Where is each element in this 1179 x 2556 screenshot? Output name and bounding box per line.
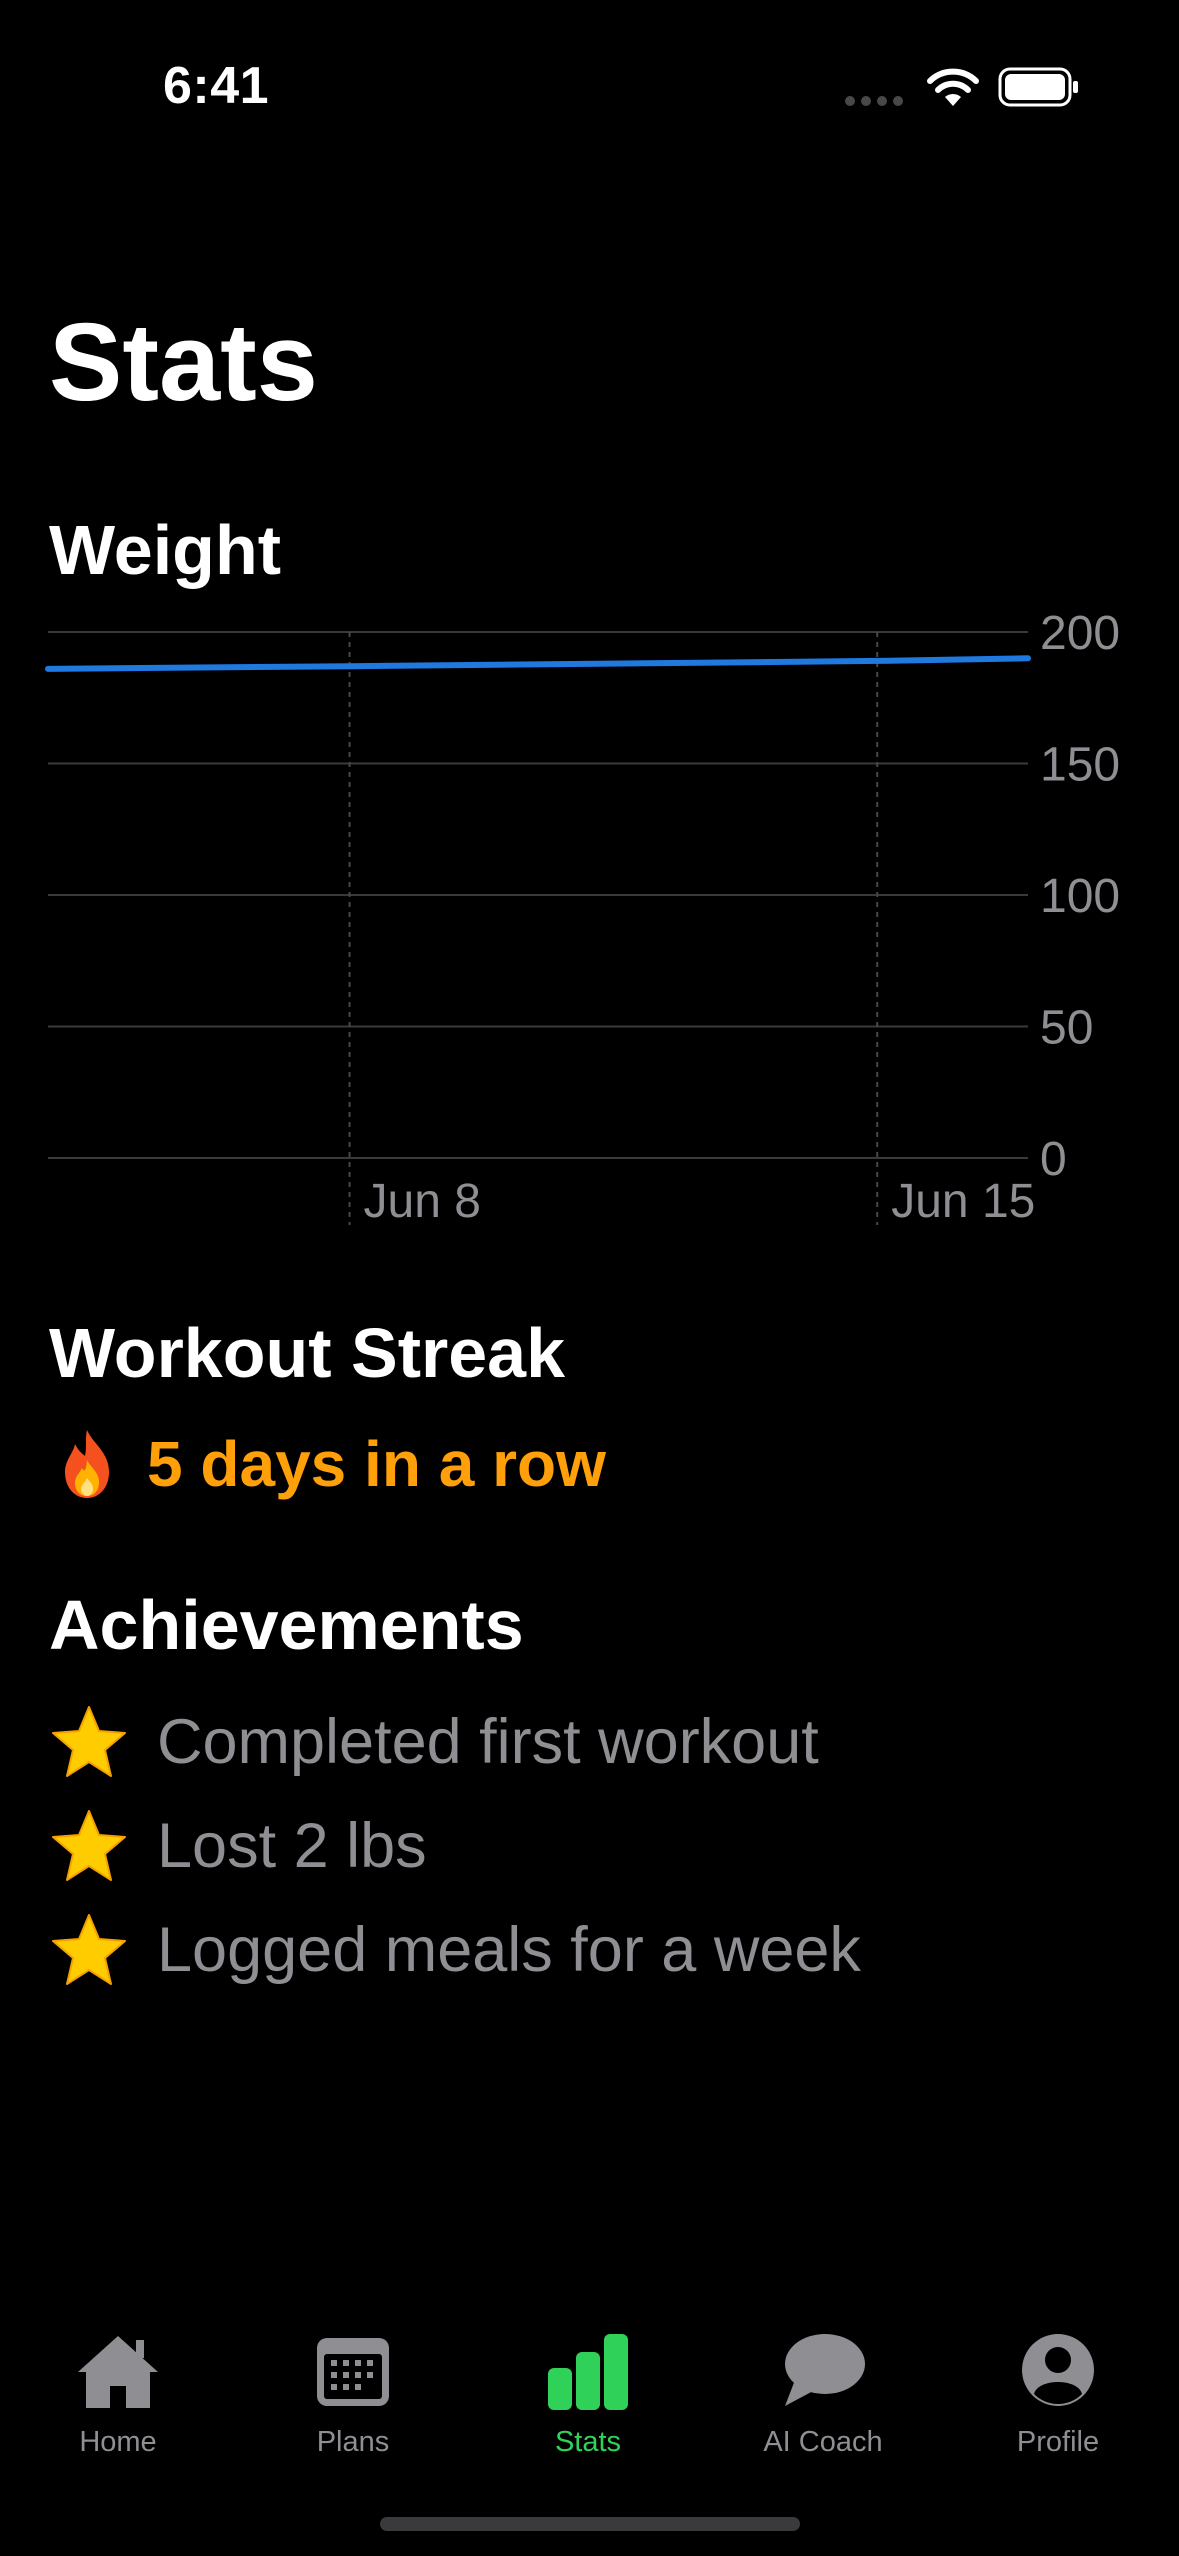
person-circle-icon — [1022, 2334, 1094, 2406]
chat-bubble-icon — [785, 2334, 865, 2406]
achievement-label: Lost 2 lbs — [157, 1811, 427, 1881]
achievement-item: Completed first workout — [49, 1690, 861, 1794]
achievement-item: Logged meals for a week — [49, 1898, 861, 2002]
achievement-label: Logged meals for a week — [157, 1915, 861, 1985]
achievement-item: Lost 2 lbs — [49, 1794, 861, 1898]
tab-home[interactable]: Home — [18, 2328, 218, 2478]
house-icon — [78, 2336, 158, 2408]
y-tick-label: 200 — [1040, 607, 1120, 660]
tab-label: Plans — [316, 2426, 390, 2458]
tab-label: Home — [79, 2426, 157, 2458]
weight-series-line — [45, 655, 1031, 672]
streak-title: Workout Streak — [49, 1314, 566, 1392]
achievements-title: Achievements — [49, 1586, 524, 1664]
weight-title: Weight — [49, 511, 282, 589]
star-icon — [52, 1706, 126, 1777]
star-icon — [52, 1914, 126, 1985]
y-tick-label: 150 — [1040, 739, 1120, 792]
x-tick-label: Jun 15 — [891, 1175, 1035, 1228]
tab-label: Stats — [554, 2426, 622, 2458]
achievement-label: Completed first workout — [157, 1707, 819, 1777]
tab-ai-coach[interactable]: AI Coach — [723, 2328, 923, 2478]
y-tick-label: 0 — [1040, 1133, 1067, 1186]
tab-profile[interactable]: Profile — [958, 2328, 1158, 2478]
home-indicator — [380, 2517, 800, 2531]
streak-text: 5 days in a row — [147, 1428, 606, 1500]
tab-label: Profile — [1016, 2426, 1100, 2458]
star-icon — [52, 1810, 126, 1881]
weight-chart: 0 50 100 150 200 Jun 8 Jun 15 — [45, 607, 1120, 1228]
y-tick-label: 50 — [1040, 1002, 1093, 1055]
streak-row: 5 days in a row — [49, 1424, 606, 1504]
tab-plans[interactable]: Plans — [253, 2328, 453, 2478]
status-time: 6:41 — [163, 57, 270, 115]
battery-icon — [998, 67, 1078, 107]
tab-label: AI Coach — [763, 2426, 883, 2458]
wifi-icon — [927, 68, 979, 106]
bar-chart-icon — [548, 2334, 628, 2410]
achievements-list: Completed first workout Lost 2 lbs Logge… — [49, 1690, 861, 2002]
y-tick-label: 100 — [1040, 870, 1120, 923]
x-tick-label: Jun 8 — [364, 1175, 481, 1228]
page-title: Stats — [49, 301, 318, 424]
signal-icon — [845, 96, 903, 106]
status-bar: 6:41 — [0, 0, 1179, 150]
fire-icon — [65, 1430, 109, 1498]
tab-stats[interactable]: Stats — [488, 2328, 688, 2478]
calendar-icon — [317, 2338, 389, 2406]
